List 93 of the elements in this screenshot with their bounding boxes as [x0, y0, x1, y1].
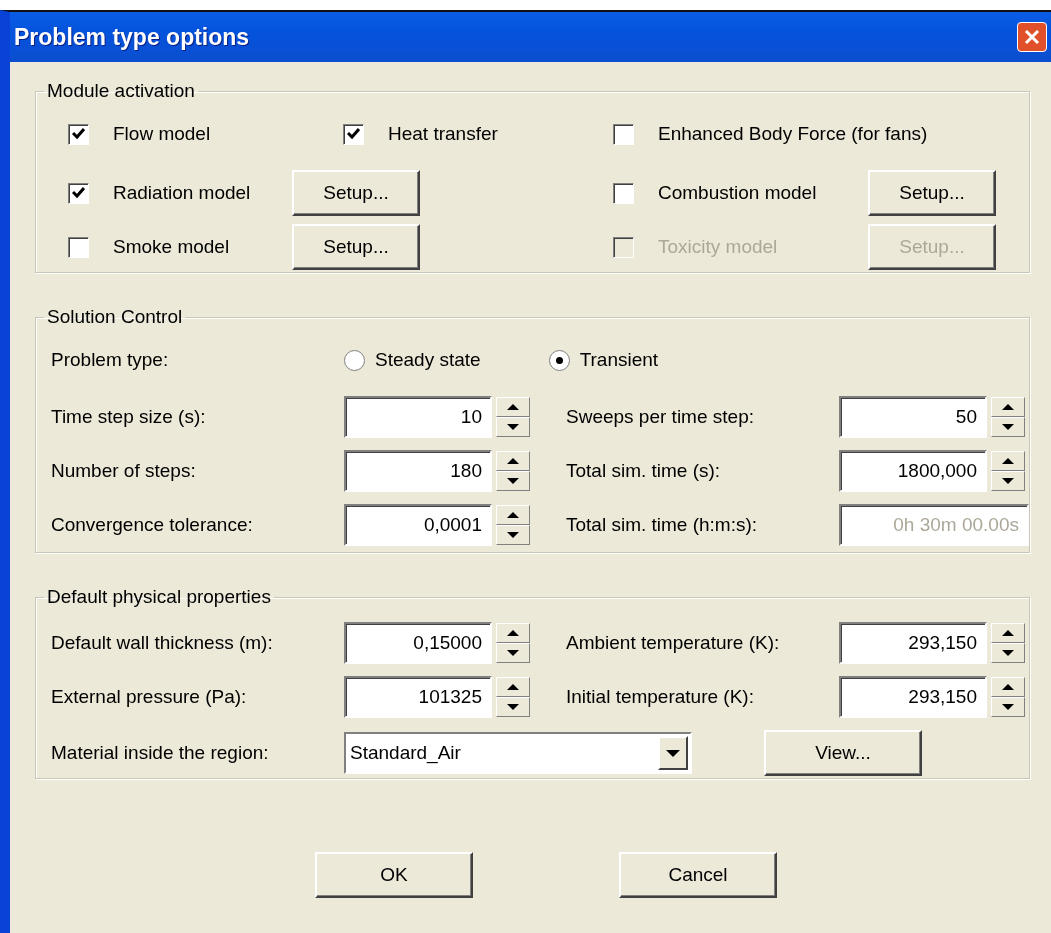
down-arrow-icon	[1002, 478, 1014, 484]
number-field[interactable]: 10	[344, 396, 492, 438]
spin-down-button[interactable]	[991, 471, 1025, 491]
close-icon	[1024, 29, 1040, 45]
down-arrow-icon	[507, 478, 519, 484]
number-field[interactable]: 1800,000	[839, 450, 987, 492]
checkbox-label: Toxicity model	[658, 236, 778, 258]
checkbox-label: Enhanced Body Force (for fans)	[658, 123, 928, 145]
field-label: Initial temperature (K):	[566, 686, 755, 708]
checkbox[interactable]	[68, 182, 89, 204]
radio-dot-icon	[555, 356, 563, 364]
number-field[interactable]: 180	[344, 450, 492, 492]
view-button[interactable]: View...	[764, 730, 922, 776]
number-field[interactable]: 50	[839, 396, 987, 438]
number-field[interactable]: 0,15000	[344, 622, 492, 664]
checkbox[interactable]	[68, 123, 89, 145]
checkbox[interactable]	[68, 236, 89, 258]
field-label: Sweeps per time step:	[566, 406, 755, 428]
dropdown-button[interactable]	[658, 736, 688, 770]
group-title: Module activation	[46, 80, 196, 102]
checkbox[interactable]	[343, 123, 364, 145]
radio-label: Transient	[579, 349, 659, 371]
field-label: Total sim. time (s):	[566, 460, 722, 482]
spin-up-button[interactable]	[496, 451, 530, 471]
checkbox-label: Flow model	[113, 123, 211, 145]
checkbox-label: Radiation model	[113, 182, 251, 204]
spin-up-button[interactable]	[991, 397, 1025, 417]
up-arrow-icon	[507, 630, 519, 636]
down-arrow-icon	[1002, 424, 1014, 430]
up-arrow-icon	[1002, 630, 1014, 636]
spin-up-button[interactable]	[496, 677, 530, 697]
window-title: Problem type options	[14, 23, 250, 51]
up-arrow-icon	[1002, 684, 1014, 690]
dialog-button[interactable]: Cancel	[619, 852, 777, 898]
spin-down-button[interactable]	[991, 697, 1025, 717]
checkbox[interactable]	[613, 182, 634, 204]
field-label: Problem type:	[51, 349, 170, 371]
setup-button[interactable]: Setup...	[292, 170, 420, 216]
spin-down-button[interactable]	[496, 643, 530, 663]
checkbox-label: Smoke model	[113, 236, 230, 258]
down-arrow-icon	[507, 704, 519, 710]
spin-down-button[interactable]	[991, 643, 1025, 663]
radio-label: Steady state	[375, 349, 481, 371]
spin-up-button[interactable]	[496, 623, 530, 643]
close-button[interactable]	[1017, 22, 1047, 52]
spin-up-button[interactable]	[991, 623, 1025, 643]
spin-down-button[interactable]	[496, 417, 530, 437]
field-label: Total sim. time (h:m:s):	[566, 514, 759, 536]
checkbox[interactable]	[613, 123, 634, 145]
spin-down-button[interactable]	[496, 525, 530, 545]
spin-up-button[interactable]	[991, 451, 1025, 471]
up-arrow-icon	[507, 512, 519, 518]
spin-down-button[interactable]	[496, 697, 530, 717]
radio-button[interactable]	[548, 349, 570, 371]
up-arrow-icon	[507, 458, 519, 464]
up-arrow-icon	[507, 404, 519, 410]
field-label: Material inside the region:	[51, 742, 270, 764]
field-label: Default wall thickness (m):	[51, 632, 274, 654]
group-title: Solution Control	[46, 306, 184, 328]
checkmark-icon	[72, 128, 85, 140]
down-arrow-icon	[507, 650, 519, 656]
checkbox-label: Combustion model	[658, 182, 817, 204]
number-field[interactable]: 0,0001	[344, 504, 492, 546]
field-label: Convergence tolerance:	[51, 514, 254, 536]
up-arrow-icon	[1002, 458, 1014, 464]
spin-down-button[interactable]	[496, 471, 530, 491]
number-field[interactable]: 293,150	[839, 622, 987, 664]
down-arrow-icon	[1002, 704, 1014, 710]
down-arrow-icon	[507, 532, 519, 538]
setup-button[interactable]: Setup...	[292, 224, 420, 270]
material-dropdown[interactable]: Standard_Air	[344, 732, 692, 774]
radio-button[interactable]	[344, 349, 365, 371]
setup-button[interactable]: Setup...	[868, 170, 996, 216]
spin-up-button[interactable]	[496, 505, 530, 525]
up-arrow-icon	[1002, 404, 1014, 410]
dialog-button[interactable]: OK	[315, 852, 473, 898]
up-arrow-icon	[507, 684, 519, 690]
checkbox-label: Heat transfer	[388, 123, 498, 145]
spin-down-button[interactable]	[991, 417, 1025, 437]
field-label: External pressure (Pa):	[51, 686, 248, 708]
field-label: Number of steps:	[51, 460, 197, 482]
checkmark-icon	[72, 187, 85, 199]
down-arrow-icon	[507, 424, 519, 430]
field-label: Time step size (s):	[51, 406, 207, 428]
field-label: Ambient temperature (K):	[566, 632, 781, 654]
group-title: Default physical properties	[46, 586, 272, 608]
spin-up-button[interactable]	[496, 397, 530, 417]
checkmark-icon	[347, 128, 360, 140]
number-field[interactable]: 101325	[344, 676, 492, 718]
number-field[interactable]: 293,150	[839, 676, 987, 718]
down-arrow-icon	[1002, 650, 1014, 656]
spin-up-button[interactable]	[991, 677, 1025, 697]
down-arrow-icon	[666, 749, 680, 757]
